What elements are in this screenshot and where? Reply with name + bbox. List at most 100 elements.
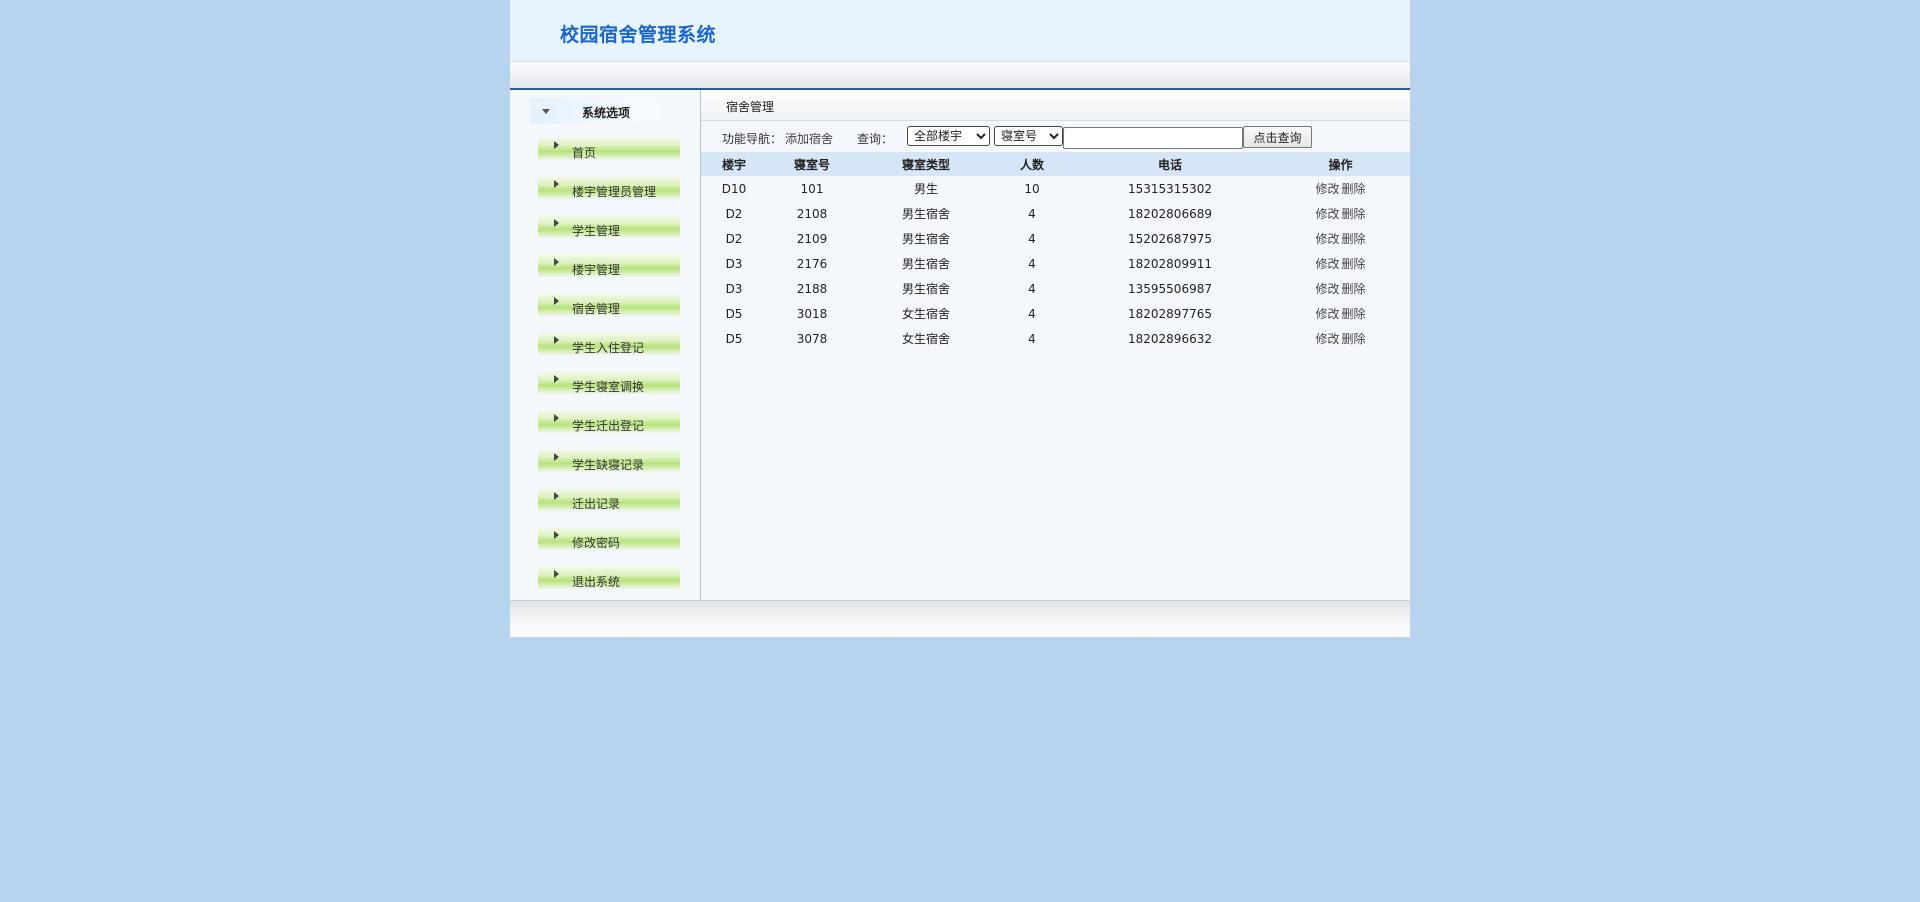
sidebar-item-label: 迁出记录 — [572, 497, 621, 511]
sidebar-item-label: 楼宇管理 — [572, 263, 621, 277]
footer — [510, 600, 1410, 637]
sidebar-item[interactable]: 首页 — [538, 137, 680, 161]
cell-count: 4 — [1028, 206, 1036, 221]
arrow-right-icon — [554, 570, 559, 578]
table-body: D10 101 男生 10 15315315302 修改 删除 D2 2108 男生宿舍 4 1820… — [701, 176, 1410, 351]
dorm-table: 楼宇 寝室号 寝室类型 人数 电话 操作 D10 101 男生 10 153153153… — [701, 152, 1410, 351]
sidebar-item[interactable]: 宿舍管理 — [538, 293, 680, 317]
edit-link[interactable]: 修改 — [1315, 182, 1339, 196]
sidebar-item-label: 学生寝室调换 — [572, 380, 645, 394]
edit-link[interactable]: 修改 — [1315, 307, 1339, 321]
page-title: 宿舍管理 — [726, 100, 775, 114]
sidebar-item-label: 学生迁出登记 — [572, 419, 645, 433]
cell-actions: 修改 删除 — [1271, 251, 1410, 276]
cell-room: 3018 — [796, 306, 828, 321]
edit-link[interactable]: 修改 — [1315, 207, 1339, 221]
sidebar-item[interactable]: 学生迁出登记 — [538, 410, 680, 434]
cell-phone: 18202896632 — [1128, 331, 1212, 346]
cell-count: 4 — [1028, 331, 1036, 346]
cell-room: 2108 — [796, 206, 828, 221]
edit-link[interactable]: 修改 — [1315, 282, 1339, 296]
table-row: D5 3018 女生宿舍 4 18202897765 修改 删除 — [701, 301, 1410, 326]
table-row: D3 2176 男生宿舍 4 18202809911 修改 删除 — [701, 251, 1410, 276]
sidebar-item[interactable]: 退出系统 — [538, 566, 680, 590]
cell-phone: 15315315302 — [1128, 181, 1212, 196]
delete-link[interactable]: 删除 — [1342, 257, 1366, 271]
delete-link[interactable]: 删除 — [1342, 307, 1366, 321]
sidebar-header-label: 系统选项 — [582, 106, 631, 120]
column-header-phone: 电话 — [1069, 152, 1271, 176]
content-title-bar: 宿舍管理 — [701, 90, 1410, 121]
arrow-right-icon — [554, 414, 559, 422]
sidebar-header[interactable]: 系统选项 — [530, 98, 680, 124]
search-button[interactable]: 点击查询 — [1243, 126, 1312, 148]
arrow-right-icon — [554, 141, 559, 149]
cell-type: 男生宿舍 — [901, 257, 950, 271]
column-header-count: 人数 — [995, 152, 1069, 176]
table-row: D3 2188 男生宿舍 4 13595506987 修改 删除 — [701, 276, 1410, 301]
edit-link[interactable]: 修改 — [1315, 232, 1339, 246]
cell-type: 男生宿舍 — [901, 232, 950, 246]
cell-actions: 修改 删除 — [1271, 176, 1410, 201]
sidebar-item[interactable]: 学生缺寝记录 — [538, 449, 680, 473]
delete-link[interactable]: 删除 — [1342, 232, 1366, 246]
cell-type: 男生宿舍 — [901, 207, 950, 221]
cell-building: D2 — [725, 231, 743, 246]
keyword-input[interactable] — [1063, 127, 1243, 149]
sidebar-item-label: 学生缺寝记录 — [572, 458, 645, 472]
column-header-actions: 操作 — [1271, 152, 1410, 176]
delete-link[interactable]: 删除 — [1342, 182, 1366, 196]
cell-room: 3078 — [796, 331, 828, 346]
edit-link[interactable]: 修改 — [1315, 332, 1339, 346]
cell-phone: 13595506987 — [1128, 281, 1212, 296]
building-select[interactable]: 全部楼宇 — [907, 126, 990, 146]
sidebar-item-label: 首页 — [572, 146, 597, 160]
field-select[interactable]: 寝室号 — [994, 126, 1063, 146]
arrow-right-icon — [554, 219, 559, 227]
query-label: 查询： — [857, 132, 894, 146]
cell-actions: 修改 删除 — [1271, 301, 1410, 326]
table-header-row: 楼宇 寝室号 寝室类型 人数 电话 操作 — [701, 152, 1410, 176]
cell-building: D3 — [725, 281, 743, 296]
sidebar-item[interactable]: 学生入住登记 — [538, 332, 680, 356]
table-row: D2 2108 男生宿舍 4 18202806689 修改 删除 — [701, 201, 1410, 226]
add-dorm-link[interactable]: 添加宿舍 — [785, 130, 833, 147]
delete-link[interactable]: 删除 — [1342, 332, 1366, 346]
column-header-building: 楼宇 — [701, 152, 767, 176]
sidebar-item[interactable]: 楼宇管理员管理 — [538, 176, 680, 200]
cell-room: 101 — [800, 181, 824, 196]
arrow-right-icon — [554, 531, 559, 539]
cell-count: 4 — [1028, 231, 1036, 246]
sidebar-item-label: 宿舍管理 — [572, 302, 621, 316]
header: 校园宿舍管理系统 — [510, 0, 1410, 62]
cell-phone: 18202809911 — [1128, 256, 1212, 271]
cell-phone: 18202806689 — [1128, 206, 1212, 221]
sidebar-item[interactable]: 修改密码 — [538, 527, 680, 551]
cell-type: 女生宿舍 — [901, 332, 950, 346]
cell-room: 2176 — [796, 256, 828, 271]
caret-down-icon — [542, 109, 550, 114]
arrow-right-icon — [554, 492, 559, 500]
cell-count: 4 — [1028, 256, 1036, 271]
sidebar-item-label: 修改密码 — [572, 536, 621, 550]
edit-link[interactable]: 修改 — [1315, 257, 1339, 271]
sidebar-item[interactable]: 学生管理 — [538, 215, 680, 239]
delete-link[interactable]: 删除 — [1342, 282, 1366, 296]
delete-link[interactable]: 删除 — [1342, 207, 1366, 221]
sidebar-item[interactable]: 楼宇管理 — [538, 254, 680, 278]
top-bar — [510, 62, 1410, 90]
cell-count: 4 — [1028, 281, 1036, 296]
sidebar-item[interactable]: 学生寝室调换 — [538, 371, 680, 395]
cell-building: D10 — [721, 181, 747, 196]
cell-room: 2188 — [796, 281, 828, 296]
cell-building: D5 — [725, 306, 743, 321]
sidebar-item-label: 楼宇管理员管理 — [572, 185, 657, 199]
cell-building: D5 — [725, 331, 743, 346]
main-content: 宿舍管理 功能导航： 添加宿舍 查询： 全部楼宇 寝室号 点击查询 楼宇 寝室号… — [701, 90, 1410, 600]
cell-actions: 修改 删除 — [1271, 276, 1410, 301]
sidebar-item[interactable]: 迁出记录 — [538, 488, 680, 512]
arrow-right-icon — [554, 297, 559, 305]
column-header-room: 寝室号 — [767, 152, 857, 176]
cell-actions: 修改 删除 — [1271, 226, 1410, 251]
arrow-right-icon — [554, 375, 559, 383]
